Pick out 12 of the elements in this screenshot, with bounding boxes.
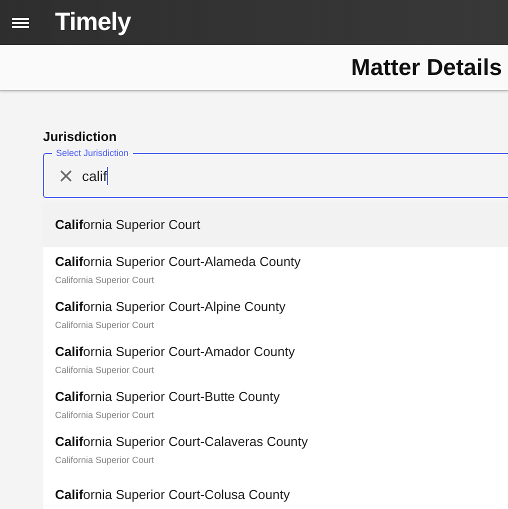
- clear-icon[interactable]: [58, 168, 74, 184]
- dropdown-option[interactable]: California Superior Court-Butte County California Superior Court: [43, 382, 508, 427]
- dropdown-option[interactable]: California Superior Court-Colusa County: [43, 472, 508, 509]
- dropdown-option[interactable]: California Superior Court-Calaveras County California Superior Court: [43, 427, 508, 472]
- dropdown-option[interactable]: California Superior Court-Alameda County California Superior Court: [43, 247, 508, 292]
- menu-icon[interactable]: [12, 16, 29, 30]
- app-logo: Timely: [55, 8, 131, 37]
- dropdown-option[interactable]: California Superior Court-Alpine County California Superior Court: [43, 292, 508, 337]
- field-label: Jurisdiction: [43, 129, 117, 144]
- page-title: Matter Details: [351, 54, 502, 81]
- dropdown-option[interactable]: California Superior Court: [43, 202, 508, 247]
- dropdown-option[interactable]: California Superior Court-Amador County California Superior Court: [43, 337, 508, 382]
